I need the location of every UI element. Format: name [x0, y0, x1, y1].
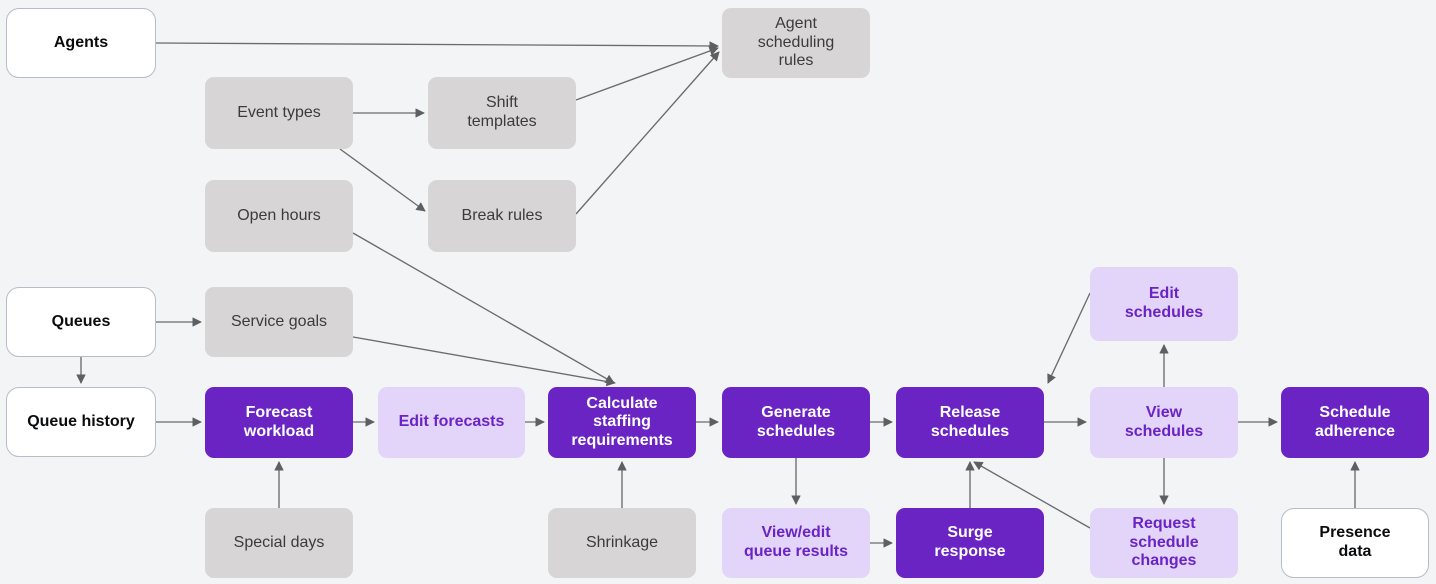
node-label: Shrinkage	[585, 533, 659, 551]
node-shrinkage[interactable]: Shrinkage	[548, 508, 696, 578]
node-schedule_adherence[interactable]: Schedule adherence	[1281, 387, 1429, 458]
node-release_sched[interactable]: Release schedules	[896, 387, 1044, 458]
node-break_rules[interactable]: Break rules	[428, 180, 576, 252]
node-edit_forecasts[interactable]: Edit forecasts	[378, 387, 525, 458]
node-label: Edit forecasts	[398, 413, 505, 431]
node-queue_history[interactable]: Queue history	[6, 387, 156, 457]
node-label: Surge response	[934, 524, 1006, 560]
node-view_schedules[interactable]: View schedules	[1090, 387, 1238, 458]
edge-shift_templates-to-agent_rules	[575, 46, 719, 101]
node-surge_response[interactable]: Surge response	[896, 508, 1044, 578]
node-request_changes[interactable]: Request schedule changes	[1090, 508, 1238, 578]
node-label: Schedule adherence	[1314, 403, 1396, 440]
node-shift_templates[interactable]: Shift templates	[428, 77, 576, 149]
node-label: Queue history	[27, 412, 135, 430]
node-forecast_workload[interactable]: Forecast workload	[205, 387, 353, 458]
node-label: View/edit queue results	[743, 524, 849, 560]
node-label: Queues	[51, 312, 111, 330]
node-label: Agent scheduling rules	[757, 15, 835, 70]
node-special_days[interactable]: Special days	[205, 508, 353, 578]
node-label: Agents	[53, 33, 109, 51]
edge-break_rules-to-agent_rules	[575, 51, 720, 215]
node-queues[interactable]: Queues	[6, 287, 156, 357]
edge-service_goals-to-calc_staffing	[352, 336, 616, 387]
node-label: Generate schedules	[756, 403, 836, 440]
node-label: Presence data	[1319, 524, 1391, 560]
node-label: Event types	[237, 103, 321, 121]
node-agents[interactable]: Agents	[6, 8, 156, 78]
node-label: Edit schedules	[1124, 285, 1204, 321]
node-agent_rules[interactable]: Agent scheduling rules	[722, 8, 870, 78]
node-label: Service goals	[230, 312, 328, 330]
node-calc_staffing[interactable]: Calculate staffing requirements	[548, 387, 696, 458]
node-open_hours[interactable]: Open hours	[205, 180, 353, 252]
node-presence_data[interactable]: Presence data	[1281, 508, 1429, 578]
node-label: Special days	[233, 533, 325, 551]
node-service_goals[interactable]: Service goals	[205, 287, 353, 357]
node-label: Calculate staffing requirements	[571, 394, 673, 449]
node-label: Open hours	[237, 206, 321, 224]
node-label: View schedules	[1124, 403, 1204, 440]
node-generate_sched[interactable]: Generate schedules	[722, 387, 870, 458]
node-label: Break rules	[461, 206, 543, 224]
node-label: Release schedules	[930, 403, 1010, 440]
edge-agents-to-agent_rules	[155, 41, 719, 51]
node-view_queue[interactable]: View/edit queue results	[722, 508, 870, 578]
workflow-diagram: Agents Event types Shift templates Agent sc…	[0, 0, 1436, 584]
edge-open_hours-to-calc_staffing	[352, 232, 615, 384]
node-label: Request schedule changes	[1129, 515, 1199, 570]
edge-edit_schedules-to-release_sched	[1047, 292, 1091, 384]
node-edit_schedules[interactable]: Edit schedules	[1090, 267, 1238, 341]
node-label: Forecast workload	[243, 403, 315, 440]
node-event_types[interactable]: Event types	[205, 77, 353, 149]
node-label: Shift templates	[467, 94, 537, 130]
